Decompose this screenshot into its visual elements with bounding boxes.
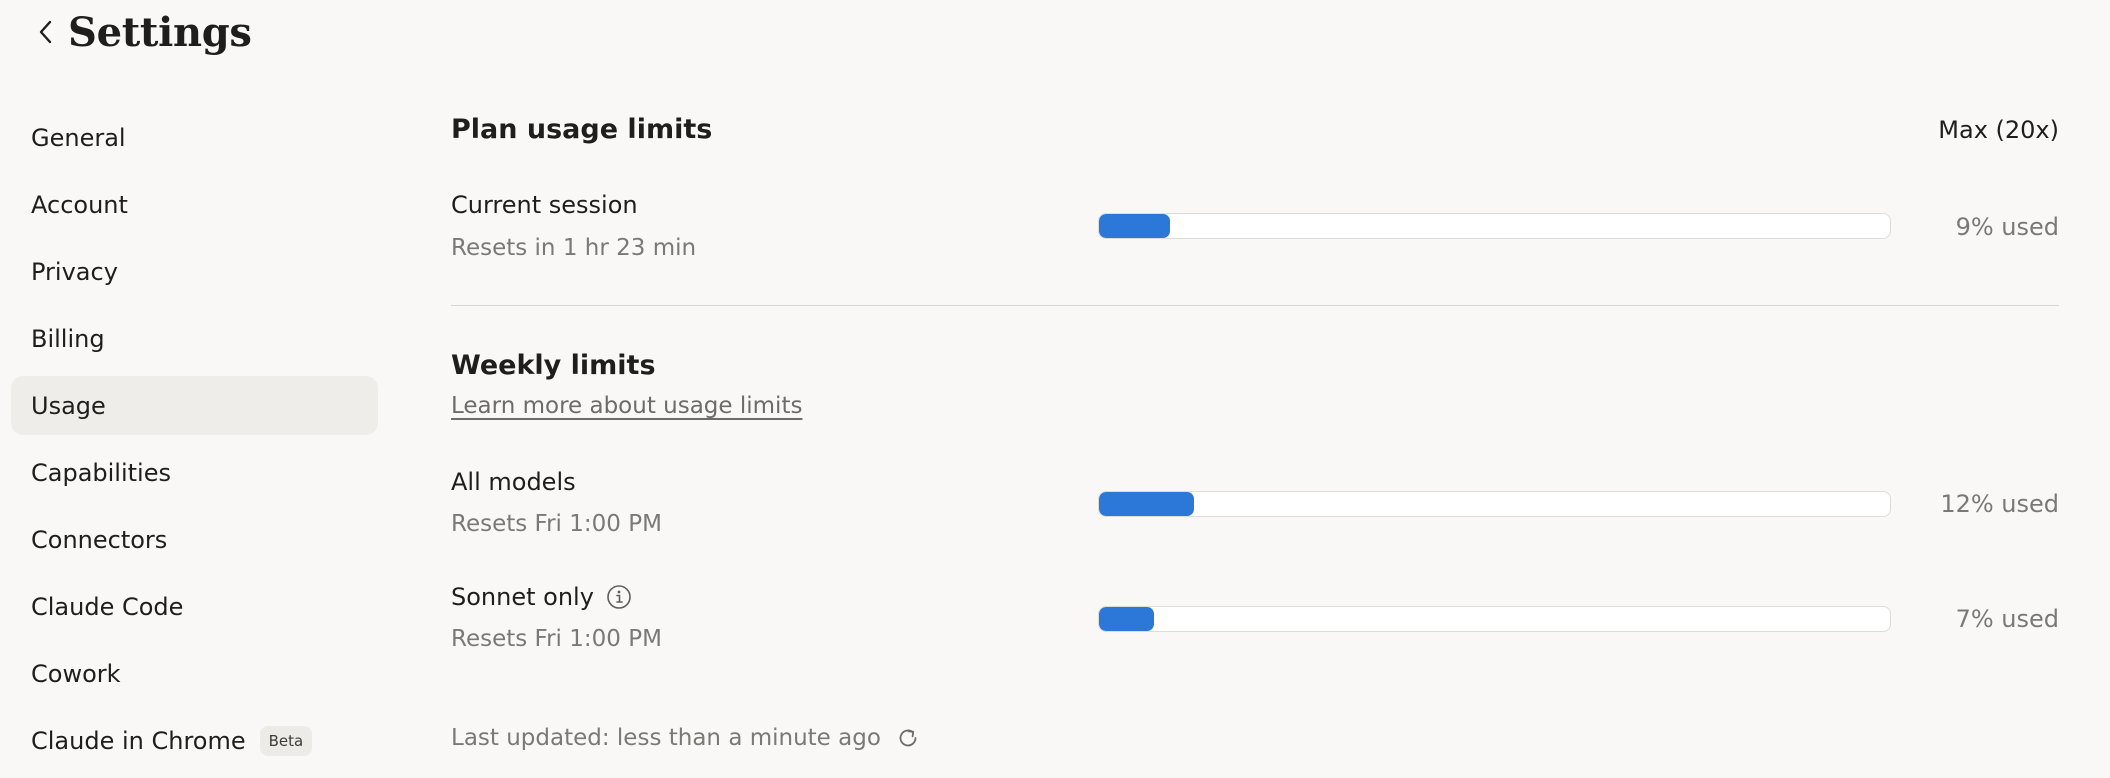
usage-panel: Plan usage limits Max (20x) Current sess… bbox=[451, 0, 2059, 774]
current-session-progress-fill bbox=[1099, 214, 1171, 238]
last-updated-text: Last updated: less than a minute ago bbox=[451, 725, 881, 751]
header: Settings bbox=[32, 6, 252, 58]
sidebar-item-billing[interactable]: Billing bbox=[11, 309, 378, 368]
chevron-left-icon bbox=[39, 20, 52, 44]
all-models-label: All models bbox=[451, 468, 576, 496]
sidebar-item-label: Privacy bbox=[31, 257, 118, 286]
current-session-progress bbox=[1098, 213, 1891, 239]
beta-badge: Beta bbox=[259, 725, 313, 756]
sidebar-item-usage[interactable]: Usage bbox=[11, 376, 378, 435]
sidebar-item-claude-code[interactable]: Claude Code bbox=[11, 577, 378, 636]
sidebar-item-label: Connectors bbox=[31, 525, 168, 554]
sonnet-only-progress bbox=[1098, 606, 1891, 632]
learn-more-link[interactable]: Learn more about usage limits bbox=[451, 393, 802, 419]
back-button[interactable] bbox=[32, 12, 60, 52]
sidebar-item-label: Cowork bbox=[31, 659, 121, 688]
current-session-label: Current session bbox=[451, 191, 638, 219]
sidebar-item-general[interactable]: General bbox=[11, 108, 378, 167]
info-icon[interactable] bbox=[606, 584, 632, 610]
current-session-percent: 9% used bbox=[1955, 213, 2059, 241]
sidebar-item-cowork[interactable]: Cowork bbox=[11, 644, 378, 703]
sonnet-only-label: Sonnet only bbox=[451, 583, 594, 611]
sidebar-item-account[interactable]: Account bbox=[11, 175, 378, 234]
sidebar-item-claude-in-chrome[interactable]: Claude in Chrome Beta bbox=[11, 711, 378, 770]
last-updated: Last updated: less than a minute ago bbox=[451, 725, 921, 751]
all-models-percent: 12% used bbox=[1940, 490, 2059, 518]
sonnet-only-reset: Resets Fri 1:00 PM bbox=[451, 626, 662, 652]
all-models-progress bbox=[1098, 491, 1891, 517]
sidebar-item-label: Claude Code bbox=[31, 592, 184, 621]
section-divider bbox=[451, 305, 2059, 306]
settings-sidebar: General Account Privacy Billing Usage Ca… bbox=[11, 108, 378, 778]
sidebar-item-label: Claude in Chrome bbox=[31, 726, 246, 755]
sidebar-item-label: Billing bbox=[31, 324, 105, 353]
plan-name: Max (20x) bbox=[1938, 116, 2059, 144]
all-models-progress-fill bbox=[1099, 492, 1194, 516]
sonnet-only-percent: 7% used bbox=[1955, 605, 2059, 633]
sonnet-only-row-label: Sonnet only bbox=[451, 583, 632, 611]
plan-usage-title: Plan usage limits bbox=[451, 114, 713, 145]
sidebar-item-label: Account bbox=[31, 190, 128, 219]
sidebar-item-label: Usage bbox=[31, 391, 106, 420]
weekly-limits-title: Weekly limits bbox=[451, 350, 656, 381]
current-session-reset: Resets in 1 hr 23 min bbox=[451, 235, 697, 261]
all-models-reset: Resets Fri 1:00 PM bbox=[451, 511, 662, 537]
sidebar-item-privacy[interactable]: Privacy bbox=[11, 242, 378, 301]
page-title: Settings bbox=[68, 8, 252, 56]
sidebar-item-capabilities[interactable]: Capabilities bbox=[11, 443, 378, 502]
sidebar-item-connectors[interactable]: Connectors bbox=[11, 510, 378, 569]
sidebar-item-label: Capabilities bbox=[31, 458, 171, 487]
sidebar-item-label: General bbox=[31, 123, 126, 152]
refresh-icon[interactable] bbox=[895, 725, 921, 751]
sonnet-only-progress-fill bbox=[1099, 607, 1155, 631]
